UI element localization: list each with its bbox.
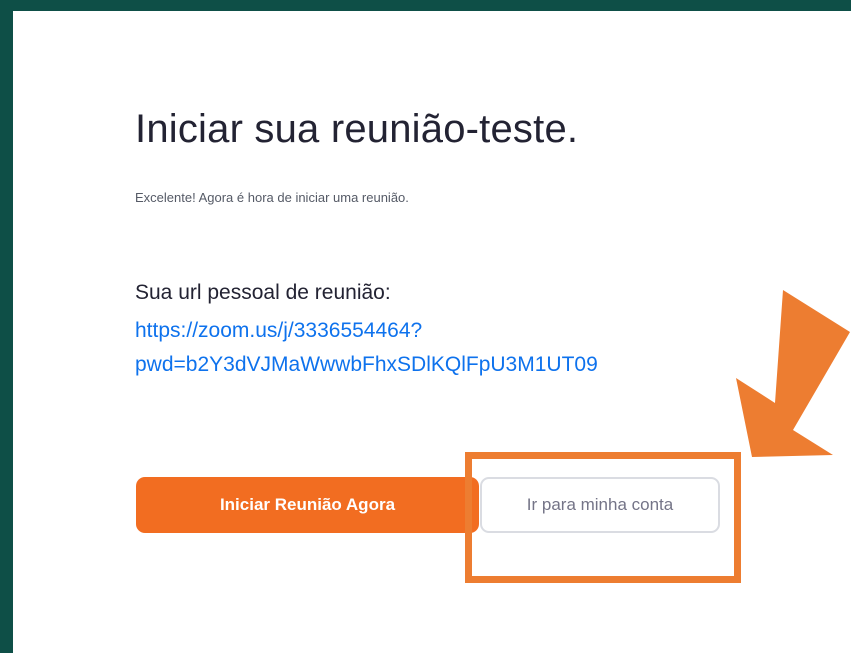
meeting-url-line-1: https://zoom.us/j/3336554464? [135, 319, 423, 342]
page-title: Iniciar sua reunião-teste. [135, 107, 579, 151]
meeting-url-label: Sua url pessoal de reunião: [135, 281, 391, 304]
page-subtitle: Excelente! Agora é hora de iniciar uma r… [135, 190, 409, 205]
meeting-url-line-2: pwd=b2Y3dVJMaWwwbFhxSDlKQlFpU3M1UT09 [135, 353, 598, 376]
page-frame: Iniciar sua reunião-teste. Excelente! Ag… [0, 0, 851, 653]
start-meeting-button[interactable]: Iniciar Reunião Agora [136, 477, 479, 533]
meeting-url-link[interactable]: https://zoom.us/j/3336554464? pwd=b2Y3dV… [135, 314, 775, 382]
go-to-account-button[interactable]: Ir para minha conta [480, 477, 720, 533]
